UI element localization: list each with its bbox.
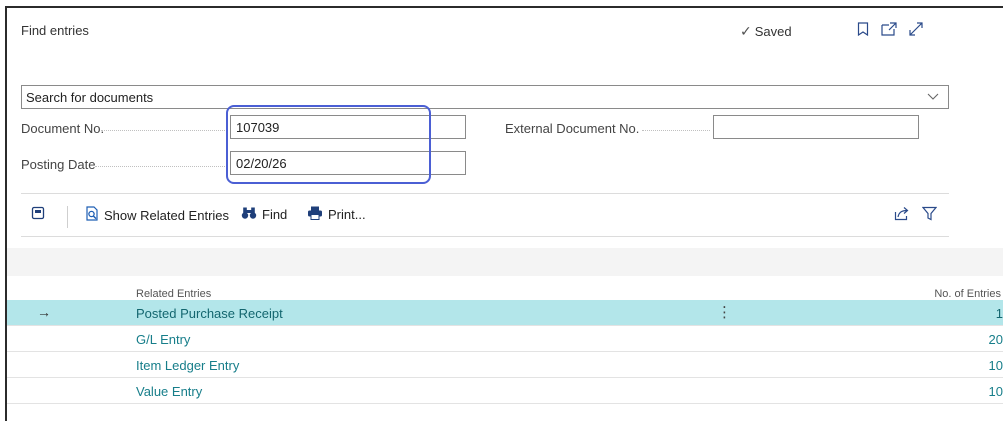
filter-icon — [921, 206, 938, 224]
related-entry-name[interactable]: Posted Purchase Receipt — [136, 306, 283, 321]
table-row[interactable]: → Posted Purchase Receipt ⋮ 1 — [7, 300, 1003, 326]
posting-date-leader — [95, 166, 227, 167]
entry-count[interactable]: 20 — [989, 332, 1003, 347]
search-dropdown-value: Search for documents — [26, 89, 154, 105]
external-document-no-leader — [642, 130, 710, 131]
show-related-icon — [85, 206, 99, 224]
column-header-no-of-entries[interactable]: No. of Entries — [934, 288, 1001, 300]
bookmark-icon[interactable] — [854, 20, 872, 38]
chevron-down-icon — [926, 89, 940, 106]
document-no-leader — [101, 130, 227, 131]
row-actions-icon[interactable]: ⋮ — [717, 303, 732, 321]
table-row[interactable]: G/L Entry 20 — [7, 326, 1003, 352]
external-document-no-label: External Document No. — [505, 121, 640, 136]
checkmark-icon: ✓ — [740, 23, 752, 39]
filter-button[interactable] — [921, 206, 938, 224]
share-button[interactable] — [894, 206, 910, 224]
show-related-entries-button[interactable]: Show Related Entries — [85, 206, 229, 224]
entry-count[interactable]: 10 — [989, 358, 1003, 373]
related-entry-name[interactable]: G/L Entry — [136, 332, 190, 347]
find-entries-page: Find entries ✓ Saved Search for document… — [5, 6, 1003, 421]
column-header-related-entries[interactable]: Related Entries — [136, 288, 211, 300]
entry-count[interactable]: 1 — [996, 306, 1003, 321]
navigate-button[interactable] — [31, 206, 45, 223]
toolbar-bottom-divider — [21, 236, 949, 237]
table-row[interactable]: Value Entry 10 — [7, 378, 1003, 404]
expand-icon[interactable] — [907, 20, 925, 38]
search-documents-dropdown[interactable]: Search for documents — [21, 85, 949, 109]
open-new-window-icon[interactable] — [880, 20, 898, 38]
entry-count[interactable]: 10 — [989, 384, 1003, 399]
printer-icon — [307, 206, 323, 223]
binoculars-icon — [241, 206, 257, 223]
navigate-icon — [31, 206, 45, 223]
fields-highlight — [226, 105, 431, 184]
current-row-arrow-icon: → — [37, 304, 51, 320]
print-button[interactable]: Print... — [307, 206, 366, 223]
print-label: Print... — [328, 207, 366, 222]
find-label: Find — [262, 207, 288, 222]
posting-date-label: Posting Date — [21, 157, 96, 172]
page-title: Find entries — [21, 23, 89, 38]
saved-label: Saved — [754, 24, 792, 39]
show-related-entries-label: Show Related Entries — [104, 207, 230, 223]
external-document-no-input[interactable] — [713, 115, 919, 139]
toolbar-top-divider — [21, 193, 949, 194]
list-spacer — [7, 248, 1003, 276]
toolbar-divider — [67, 206, 68, 228]
related-entry-name[interactable]: Item Ledger Entry — [136, 358, 239, 373]
find-button[interactable]: Find — [241, 206, 287, 223]
document-no-label: Document No. — [21, 121, 105, 136]
share-icon — [894, 206, 910, 224]
table-row[interactable]: Item Ledger Entry 10 — [7, 352, 1003, 378]
saved-status: ✓ Saved — [740, 23, 792, 40]
related-entry-name[interactable]: Value Entry — [136, 384, 202, 399]
